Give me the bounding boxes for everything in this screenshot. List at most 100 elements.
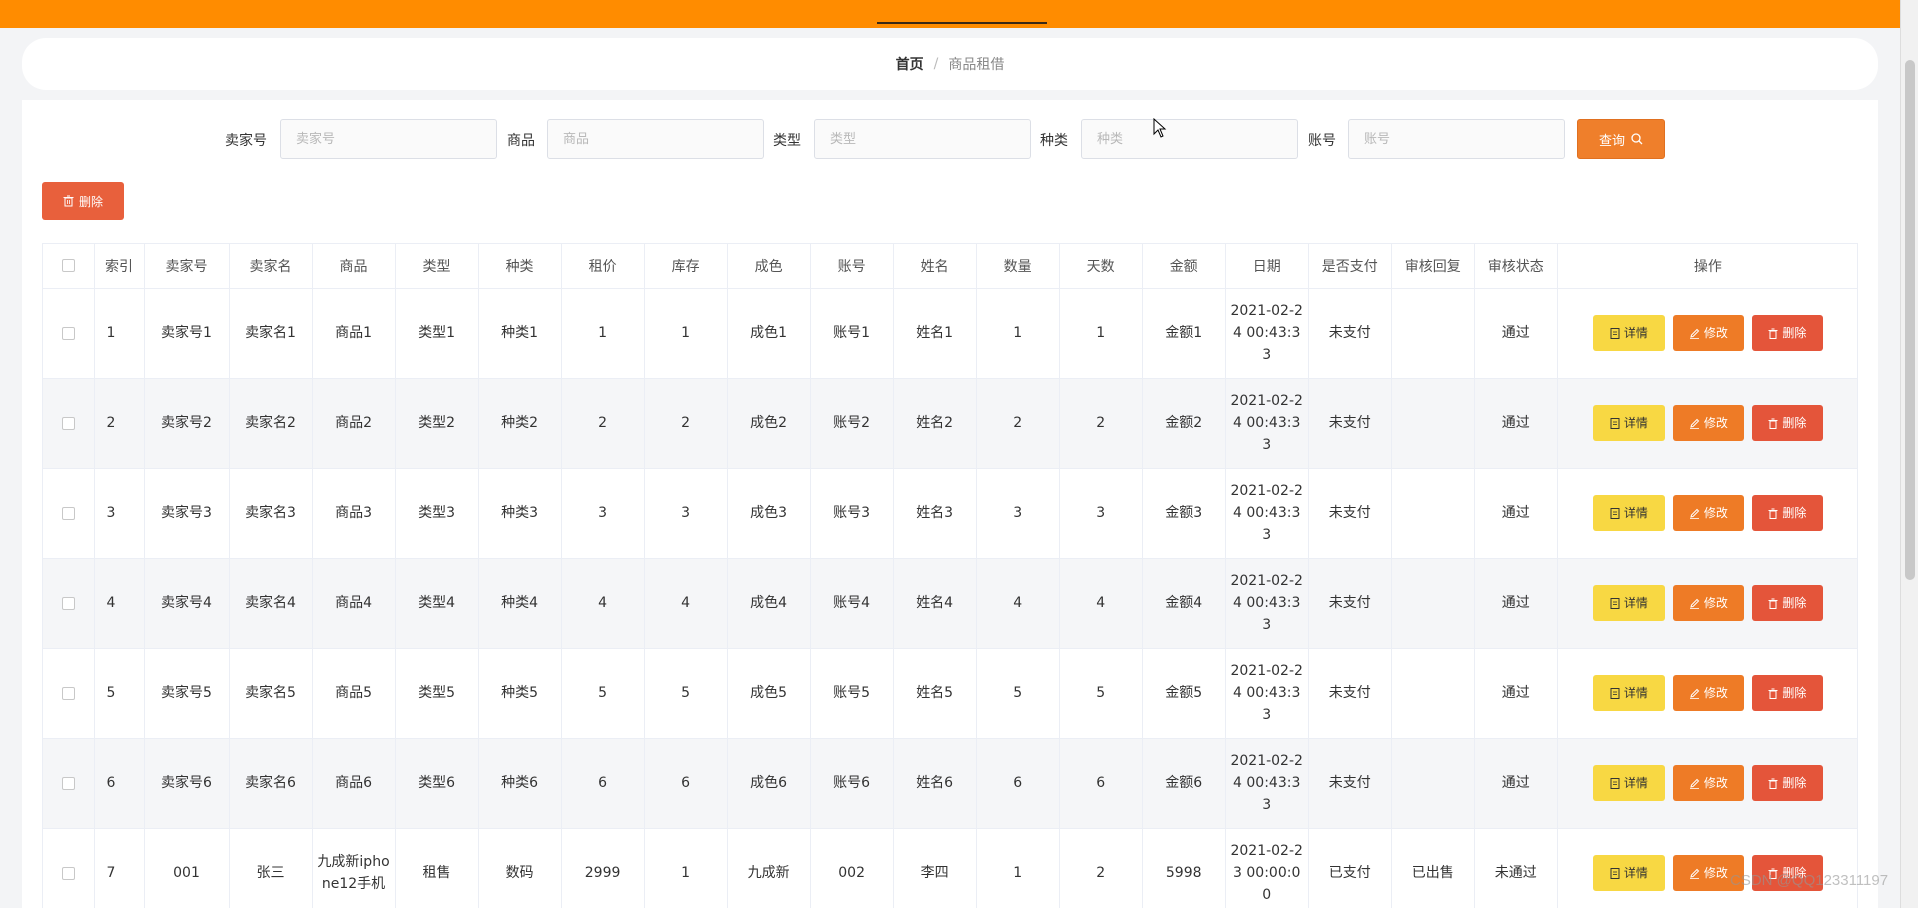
edit-button[interactable]: 修改 <box>1672 675 1744 711</box>
cell-date: 2021-02-24 00:43:33 <box>1225 648 1309 739</box>
edit-button[interactable]: 修改 <box>1672 495 1744 531</box>
cell-amount: 金额2 <box>1142 378 1226 469</box>
row-select-cell[interactable] <box>43 828 95 908</box>
cell-seller-name: 卖家名1 <box>229 288 313 379</box>
page-scrollbar[interactable] <box>1900 0 1918 908</box>
edit-button[interactable]: 修改 <box>1672 315 1744 351</box>
pencil-icon <box>1689 418 1700 429</box>
delete-button[interactable]: 删除 <box>1751 495 1823 531</box>
row-checkbox[interactable] <box>61 596 75 610</box>
header-cell: 成色 <box>727 244 811 289</box>
cell-product: 商品4 <box>312 558 396 649</box>
table-row[interactable]: 4 卖家号4 卖家名4 商品4 类型4 种类4 4 4 成色4 账号4 姓名4 … <box>43 558 1857 649</box>
table-row[interactable]: 5 卖家号5 卖家名5 商品5 类型5 种类5 5 5 成色5 账号5 姓名5 … <box>43 648 1857 739</box>
cell-account: 账号5 <box>810 648 894 739</box>
edit-button[interactable]: 修改 <box>1672 405 1744 441</box>
delete-button[interactable]: 删除 <box>1751 765 1823 801</box>
nav-item[interactable] <box>530 0 700 24</box>
nav-item-active[interactable] <box>877 0 1047 24</box>
cell-name: 姓名2 <box>893 378 977 469</box>
table-row[interactable]: 3 卖家号3 卖家名3 商品3 类型3 种类3 3 3 成色3 账号3 姓名3 … <box>43 468 1857 559</box>
table-row[interactable]: 1 卖家号1 卖家名1 商品1 类型1 种类1 1 1 成色1 账号1 姓名1 … <box>43 288 1857 379</box>
row-checkbox[interactable] <box>61 776 75 790</box>
delete-button[interactable]: 删除 <box>1751 315 1823 351</box>
trash-icon <box>63 195 74 207</box>
detail-button[interactable]: 详情 <box>1592 675 1665 711</box>
detail-button[interactable]: 详情 <box>1592 765 1665 801</box>
header-cell: 操作 <box>1557 244 1857 289</box>
batch-delete-button[interactable]: 删除 <box>42 182 124 220</box>
row-checkbox[interactable] <box>61 326 75 340</box>
delete-button[interactable]: 删除 <box>1751 585 1823 621</box>
detail-button[interactable]: 详情 <box>1592 495 1665 531</box>
nav-item[interactable] <box>705 0 875 24</box>
cell-stock: 1 <box>644 828 728 908</box>
row-checkbox[interactable] <box>61 686 75 700</box>
detail-label: 详情 <box>1623 326 1648 340</box>
row-checkbox[interactable] <box>61 416 75 430</box>
cell-rent: 1 <box>561 288 645 379</box>
account-input[interactable] <box>1348 119 1565 159</box>
breadcrumb-home[interactable]: 首页 <box>896 54 924 74</box>
delete-button[interactable]: 删除 <box>1751 405 1823 441</box>
cell-paid: 未支付 <box>1308 738 1392 829</box>
cell-amount: 金额1 <box>1142 288 1226 379</box>
cell-seller-no: 卖家号1 <box>144 288 230 379</box>
detail-button[interactable]: 详情 <box>1592 315 1665 351</box>
cell-category: 数码 <box>478 828 562 908</box>
detail-button[interactable]: 详情 <box>1592 855 1665 891</box>
row-checkbox[interactable] <box>61 866 75 880</box>
cell-account: 账号4 <box>810 558 894 649</box>
type-input[interactable] <box>814 119 1031 159</box>
category-input[interactable] <box>1081 119 1298 159</box>
nav-item[interactable] <box>260 0 430 24</box>
document-icon <box>1610 327 1620 339</box>
cell-category: 种类6 <box>478 738 562 829</box>
row-select-cell[interactable] <box>43 288 95 379</box>
nav-item[interactable] <box>1360 0 1530 24</box>
row-select-cell[interactable] <box>43 648 95 739</box>
cell-category: 种类1 <box>478 288 562 379</box>
edit-button[interactable]: 修改 <box>1672 585 1744 621</box>
seller-no-label: 卖家号 <box>225 133 267 149</box>
cell-seller-name: 卖家名5 <box>229 648 313 739</box>
cell-amount: 金额4 <box>1142 558 1226 649</box>
cell-status: 通过 <box>1474 378 1558 469</box>
cell-account: 002 <box>810 828 894 908</box>
row-checkbox[interactable] <box>61 506 75 520</box>
row-select-cell[interactable] <box>43 378 95 469</box>
edit-label: 修改 <box>1703 416 1728 430</box>
table-row[interactable]: 2 卖家号2 卖家名2 商品2 类型2 种类2 2 2 成色2 账号2 姓名2 … <box>43 378 1857 469</box>
breadcrumb-current: 商品租借 <box>948 57 1005 73</box>
select-all-checkbox[interactable] <box>61 259 75 273</box>
delete-button[interactable]: 删除 <box>1751 675 1823 711</box>
nav-item[interactable] <box>1050 0 1220 24</box>
header-select-all[interactable] <box>43 244 95 289</box>
nav-item[interactable] <box>90 0 260 24</box>
edit-label: 修改 <box>1703 326 1728 340</box>
cell-name: 姓名4 <box>893 558 977 649</box>
cell-product: 九成新iphone12手机 <box>312 828 396 908</box>
detail-button[interactable]: 详情 <box>1592 405 1665 441</box>
detail-button[interactable]: 详情 <box>1592 585 1665 621</box>
edit-button[interactable]: 修改 <box>1672 765 1744 801</box>
scrollbar-thumb[interactable] <box>1905 60 1915 580</box>
row-select-cell[interactable] <box>43 558 95 649</box>
query-label: 查询 <box>1598 133 1625 149</box>
cell-account: 账号3 <box>810 468 894 559</box>
cell-rent: 5 <box>561 648 645 739</box>
row-select-cell[interactable] <box>43 738 95 829</box>
header-cell: 是否支付 <box>1308 244 1392 289</box>
table-row[interactable]: 6 卖家号6 卖家名6 商品6 类型6 种类6 6 6 成色6 账号6 姓名6 … <box>43 738 1857 829</box>
product-input[interactable] <box>547 119 764 159</box>
query-button[interactable]: 查询 <box>1577 119 1665 159</box>
cell-name: 姓名6 <box>893 738 977 829</box>
cell-product: 商品3 <box>312 468 396 559</box>
document-icon <box>1610 417 1620 429</box>
detail-label: 详情 <box>1623 596 1648 610</box>
row-select-cell[interactable] <box>43 468 95 559</box>
header-cell: 卖家号 <box>144 244 230 289</box>
seller-no-input[interactable] <box>280 119 497 159</box>
table-row[interactable]: 7 001 张三 九成新iphone12手机 租售 数码 2999 1 九成新 … <box>43 828 1857 908</box>
cell-index: 6 <box>94 738 145 829</box>
